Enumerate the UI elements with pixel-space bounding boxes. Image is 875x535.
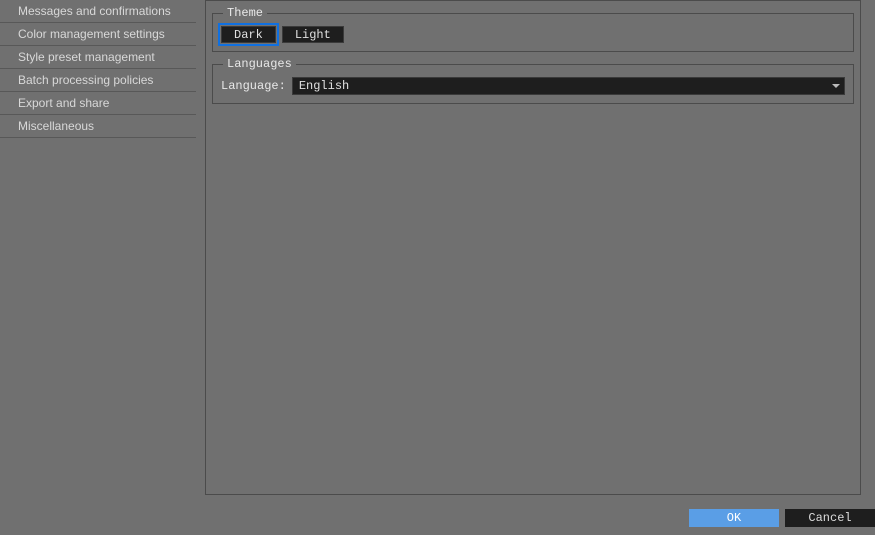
sidebar-item-color-management[interactable]: Color management settings — [0, 23, 196, 46]
theme-legend: Theme — [223, 6, 267, 20]
sidebar-item-miscellaneous[interactable]: Miscellaneous — [0, 115, 196, 138]
cancel-button[interactable]: Cancel — [785, 509, 875, 527]
footer: OK Cancel — [689, 509, 875, 527]
cancel-label: Cancel — [808, 511, 851, 525]
main-panel: Theme Dark Light Languages Language: Eng… — [205, 0, 861, 495]
sidebar-item-style-preset[interactable]: Style preset management — [0, 46, 196, 69]
sidebar-item-label: Color management settings — [18, 27, 165, 41]
theme-buttons: Dark Light — [221, 26, 845, 43]
sidebar-item-batch-processing[interactable]: Batch processing policies — [0, 69, 196, 92]
sidebar-item-label: Style preset management — [18, 50, 155, 64]
language-label: Language: — [221, 79, 286, 93]
sidebar-item-label: Export and share — [18, 96, 109, 110]
language-value: English — [299, 79, 349, 93]
ok-button[interactable]: OK — [689, 509, 779, 527]
languages-legend: Languages — [223, 57, 296, 71]
theme-fieldset: Theme Dark Light — [212, 13, 854, 52]
theme-light-label: Light — [295, 28, 331, 42]
sidebar-item-label: Miscellaneous — [18, 119, 94, 133]
language-select[interactable]: English — [292, 77, 845, 95]
theme-dark-label: Dark — [234, 28, 263, 42]
ok-label: OK — [727, 511, 741, 525]
theme-dark-button[interactable]: Dark — [221, 26, 276, 43]
sidebar-item-export-share[interactable]: Export and share — [0, 92, 196, 115]
sidebar-item-label: Batch processing policies — [18, 73, 153, 87]
language-row: Language: English — [221, 77, 845, 95]
sidebar-item-label: Messages and confirmations — [18, 4, 171, 18]
sidebar: Messages and confirmations Color managem… — [0, 0, 196, 138]
sidebar-item-messages[interactable]: Messages and confirmations — [0, 0, 196, 23]
chevron-down-icon — [832, 84, 840, 88]
theme-light-button[interactable]: Light — [282, 26, 344, 43]
languages-fieldset: Languages Language: English — [212, 64, 854, 104]
